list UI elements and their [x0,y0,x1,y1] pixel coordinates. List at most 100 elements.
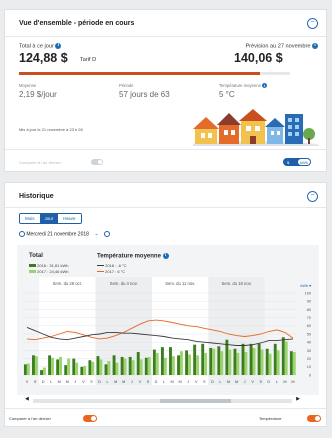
x-tick-label: M [179,380,182,384]
bar-2017 [123,358,127,375]
x-tick-label: M [227,380,230,384]
chevron-down-icon[interactable]: ⌄ [94,231,98,237]
bar-2018 [48,355,52,375]
x-tick-label: L [219,380,221,384]
bar-2017 [34,356,38,375]
x-tick-label: S [90,380,93,384]
bar-2017 [204,352,208,375]
period-value: 57 jours de 63 [119,90,170,99]
x-tick-label: L [107,380,109,384]
calendar-icon[interactable] [19,231,25,237]
bar-2017 [75,362,79,375]
compare-label: Comparer à l'an dernier [9,416,51,421]
compare-toggle-top[interactable] [91,159,103,165]
bar-2018 [217,346,221,375]
history-title: Historique [19,193,54,200]
help-icon[interactable] [103,231,110,237]
compare-toggle[interactable] [83,415,97,422]
x-tick-label: V [251,380,254,384]
overview-card: Vue d'ensemble - période en cours − Tota… [4,9,327,172]
collapse-icon[interactable]: − [307,191,318,202]
bar-2017 [171,356,175,375]
bar-2017 [42,367,46,375]
scroll-left-icon[interactable]: ◀ [25,396,29,402]
bar-2017 [147,356,151,375]
bar-2018 [257,343,261,375]
bar-2018 [193,344,197,375]
unit-kwh[interactable]: kWh [298,159,310,165]
divider [5,408,326,409]
info-icon[interactable]: i [312,43,318,49]
legend-temp-2017: 2017 : 6 °C [97,269,125,274]
bar-2017 [107,361,111,375]
temp-toggle[interactable] [307,415,321,422]
total-label-text: Total à ce jour [19,43,54,50]
x-tick-label: L [163,380,165,384]
x-tick-label: V [195,380,198,384]
bar-2018 [152,349,156,375]
x-tick-label: J [187,380,189,384]
bar-2017 [196,355,200,375]
forecast-label-text: Prévision au 27 novembre [245,43,311,50]
bar-2018 [289,351,293,375]
bar-2018 [241,343,245,375]
bar-2018 [112,355,116,375]
date-selector[interactable]: Mercredi 21 novembre 2018 ⌄ [19,231,110,237]
bar-2017 [228,349,232,375]
collapse-icon[interactable]: − [307,18,318,29]
bar-2018 [281,337,285,375]
x-tick-label: S [203,380,206,384]
bar-2018 [23,364,27,375]
tab-heure[interactable]: Heure [58,214,81,223]
avg-value: 2,19 $/jour [19,90,57,99]
tab-mois[interactable]: Mois [20,214,40,223]
bar-2018 [209,347,213,375]
info-icon[interactable]: i [162,253,169,259]
x-tick-label: V [139,380,142,384]
bar-2017 [268,353,272,375]
bar-2017 [244,352,248,375]
bar-2017 [179,351,183,375]
bar-2017 [276,350,280,375]
x-tick-label: D [155,380,158,384]
chart-temp-title: Température moyenne i [97,253,169,260]
x-tick-label: M [114,380,117,384]
bar-2017 [99,359,103,375]
forecast-value: 140,06 $ [234,51,283,65]
x-tick-label: S [259,380,262,384]
unit-toggle[interactable]: $ kWh [283,158,311,166]
bar-2018 [265,348,269,375]
progress-bar [19,72,290,75]
scrollbar-track[interactable] [33,399,292,403]
bar-2017 [236,352,240,375]
date-text[interactable]: Mercredi 21 novembre 2018 [26,231,89,237]
chart-scrollbar[interactable]: ◀ ▶ [25,396,300,403]
chart-temp-title-text: Température moyenne [97,253,161,260]
unit-dollar[interactable]: $ [287,160,289,165]
bar-2018 [160,347,164,375]
tab-jour[interactable]: Jour [39,214,59,223]
info-icon[interactable]: i [55,43,62,49]
bar-2018 [40,370,43,375]
overview-title: Vue d'ensemble - période en cours [19,20,135,27]
x-tick-label: M [58,380,61,384]
legend-temp-2017-text: 2017 : 6 °C [105,269,126,274]
legend-2017-text: 2017 : 24,46 kWh [37,269,69,274]
divider [5,207,326,208]
x-tick-label: J [244,380,246,384]
bar-2017 [51,357,54,375]
divider [5,149,326,150]
total-value: 124,88 $ [19,51,68,65]
y-tick-label: 90 [307,300,311,304]
legend-swatch-2018 [29,264,36,267]
bar-2017 [67,358,71,375]
bar-2017 [26,363,30,375]
legend-temp-2018: 2018 : -6 °C [97,263,127,268]
y-tick-label: 50 [307,332,311,336]
info-icon[interactable]: i [262,83,268,89]
scrollbar-thumb[interactable] [160,399,231,403]
legend-2018-text: 2018 : 31,81 kWh [37,263,69,268]
x-tick-label: M [283,380,286,384]
scroll-right-icon[interactable]: ▶ [296,396,300,402]
bar-2018 [88,360,92,375]
